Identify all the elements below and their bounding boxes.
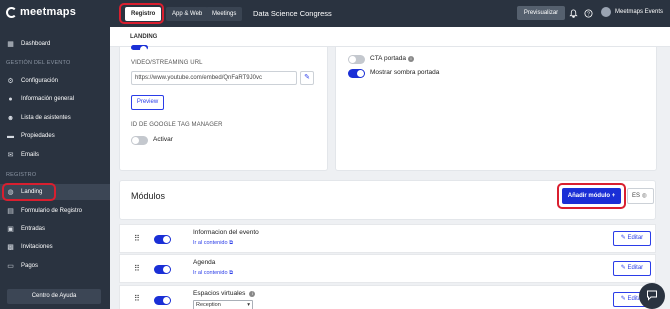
modules-title: Módulos [131,191,166,201]
module-content-link[interactable]: Ir al contenido ⧉ [193,270,233,277]
module-toggle[interactable] [154,265,171,274]
tab-meetings[interactable]: Meetings [206,7,243,21]
app-logo[interactable]: meetmaps [6,6,76,18]
module-content-link[interactable]: Ir al contenido ⧉ [193,240,233,247]
page-title: LANDING [130,34,158,40]
gtm-activar-toggle[interactable] [131,136,148,145]
ticket-icon: ▣ [7,225,14,233]
highlight-landing [2,183,56,201]
sidebar-item-lista-asistentes[interactable]: ☻ Lista de asistentes [0,110,110,126]
chevron-down-icon: ▾ [247,302,250,308]
form-icon: ▤ [7,207,14,215]
dashboard-icon: ▦ [7,40,14,48]
pencil-icon: ✎ [620,265,626,271]
help-icon[interactable]: ? [584,9,593,18]
info-icon[interactable]: i [249,291,256,297]
module-toggle[interactable] [154,235,171,244]
globe-icon: ◍ [641,193,647,199]
module-toggle[interactable] [154,296,171,305]
drag-handle-icon[interactable]: ⠿ [134,264,140,273]
tab-app-web[interactable]: App & Web [166,7,209,21]
video-url-label: VIDEO/STREAMING URL [131,60,203,66]
card-icon: ▭ [7,262,14,270]
gtm-label: ID DE GOOGLE TAG MANAGER [131,122,223,128]
logo-text: meetmaps [20,6,77,18]
sidebar-item-propiedades[interactable]: ▬ Propiedades [0,128,110,144]
sidebar: ▦ Dashboard GESTIÓN DEL EVENTO ⚙ Configu… [0,27,110,309]
users-icon: ☻ [6,114,15,122]
video-url-input[interactable]: https://www.youtube.com/embed/QnFaRT9J0v… [131,71,297,85]
sombra-portada-label: Mostrar sombra portada [370,69,440,76]
edit-video-url-button[interactable]: ✎ [300,71,314,85]
sidebar-item-informacion-general[interactable]: ● Información general [0,91,110,107]
module-title: Informacion del evento [193,229,259,236]
sidebar-item-dashboard[interactable]: ▦ Dashboard [0,36,110,52]
external-link-icon: ⧉ [229,240,234,246]
sidebar-item-entradas[interactable]: ▣ Entradas [0,221,110,237]
sidebar-item-invitaciones[interactable]: ▩ Invitaciones [0,239,110,255]
pencil-icon: ✎ [620,235,626,241]
toggle-partial-top[interactable] [131,45,148,53]
mail-icon: ✉ [7,151,14,159]
sombra-portada-toggle[interactable] [348,69,365,78]
space-select[interactable]: Reception ▾ [193,300,253,309]
highlight-add-module [557,183,626,209]
cta-portada-toggle[interactable] [348,55,365,64]
sidebar-item-formulario-registro[interactable]: ▤ Formulario de Registro [0,203,110,219]
logo-icon [6,6,17,18]
drag-handle-icon[interactable]: ⠿ [134,294,140,303]
chat-widget-button[interactable] [639,283,665,309]
user-menu[interactable]: Meetmaps Events [601,7,663,17]
section-registro: REGISTRO [6,172,37,178]
svg-text:?: ? [587,11,590,17]
gear-icon: ⚙ [7,77,14,85]
preview-button[interactable]: Preview [131,95,164,110]
info-icon[interactable]: i [408,56,415,62]
drag-handle-icon[interactable]: ⠿ [134,234,140,243]
module-row-agenda: ⠿ Agenda Ir al contenido ⧉ ✎ Editar [119,254,656,283]
portada-settings-card [335,47,657,171]
top-bar: meetmaps Registro App & Web Meetings Dat… [0,0,670,27]
language-selector[interactable]: ES ◍ [627,188,654,204]
sidebar-item-emails[interactable]: ✉ Emails [0,147,110,163]
folder-icon: ▬ [7,132,14,140]
cta-portada-label: CTA portada i [370,55,415,62]
module-title: Agenda [193,259,216,266]
edit-module-button[interactable]: ✎ Editar [613,261,651,276]
info-icon: ● [8,95,13,103]
sidebar-item-configuracion[interactable]: ⚙ Configuración [0,73,110,89]
event-name: Data Science Congress [253,9,332,18]
activar-label: Activar [153,136,173,143]
section-gestion-evento: GESTIÓN DEL EVENTO [6,60,71,66]
pencil-icon: ✎ [304,74,310,81]
user-name: Meetmaps Events [615,9,664,15]
external-link-icon: ⧉ [229,270,234,276]
invite-icon: ▩ [7,243,14,251]
module-row-espacios: ⠿ Espacios virtuales i Reception ▾ ✎ Edit… [119,285,656,309]
edit-module-button[interactable]: ✎ Editar [613,231,651,246]
chat-icon [646,290,658,302]
module-row-informacion: ⠿ Informacion del evento Ir al contenido… [119,224,656,253]
highlight-registro-tab [119,3,164,24]
module-title: Espacios virtuales i [193,290,256,297]
help-center-button[interactable]: Centro de Ayuda [7,289,101,304]
pencil-icon: ✎ [620,296,626,302]
bell-icon[interactable] [569,9,578,18]
avatar [601,7,611,17]
previsualizar-button[interactable]: Previsualizar [517,6,565,20]
landing-header: LANDING [110,27,670,47]
sidebar-item-pagos[interactable]: ▭ Pagos [0,258,110,274]
